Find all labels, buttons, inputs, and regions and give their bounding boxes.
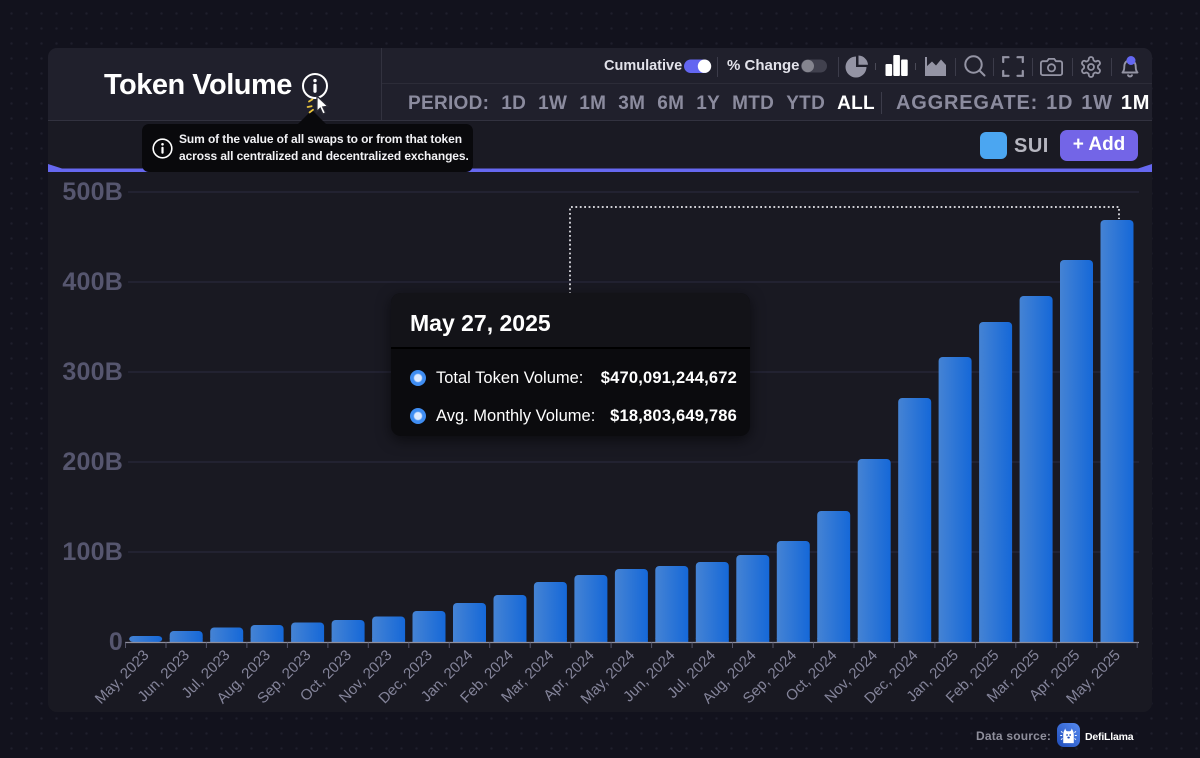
svg-text:300B: 300B [62,358,123,386]
svg-text:400B: 400B [62,268,123,296]
svg-text:200B: 200B [62,448,123,476]
svg-text:500B: 500B [62,178,123,206]
svg-text:100B: 100B [62,538,123,566]
svg-text:0: 0 [109,628,123,656]
